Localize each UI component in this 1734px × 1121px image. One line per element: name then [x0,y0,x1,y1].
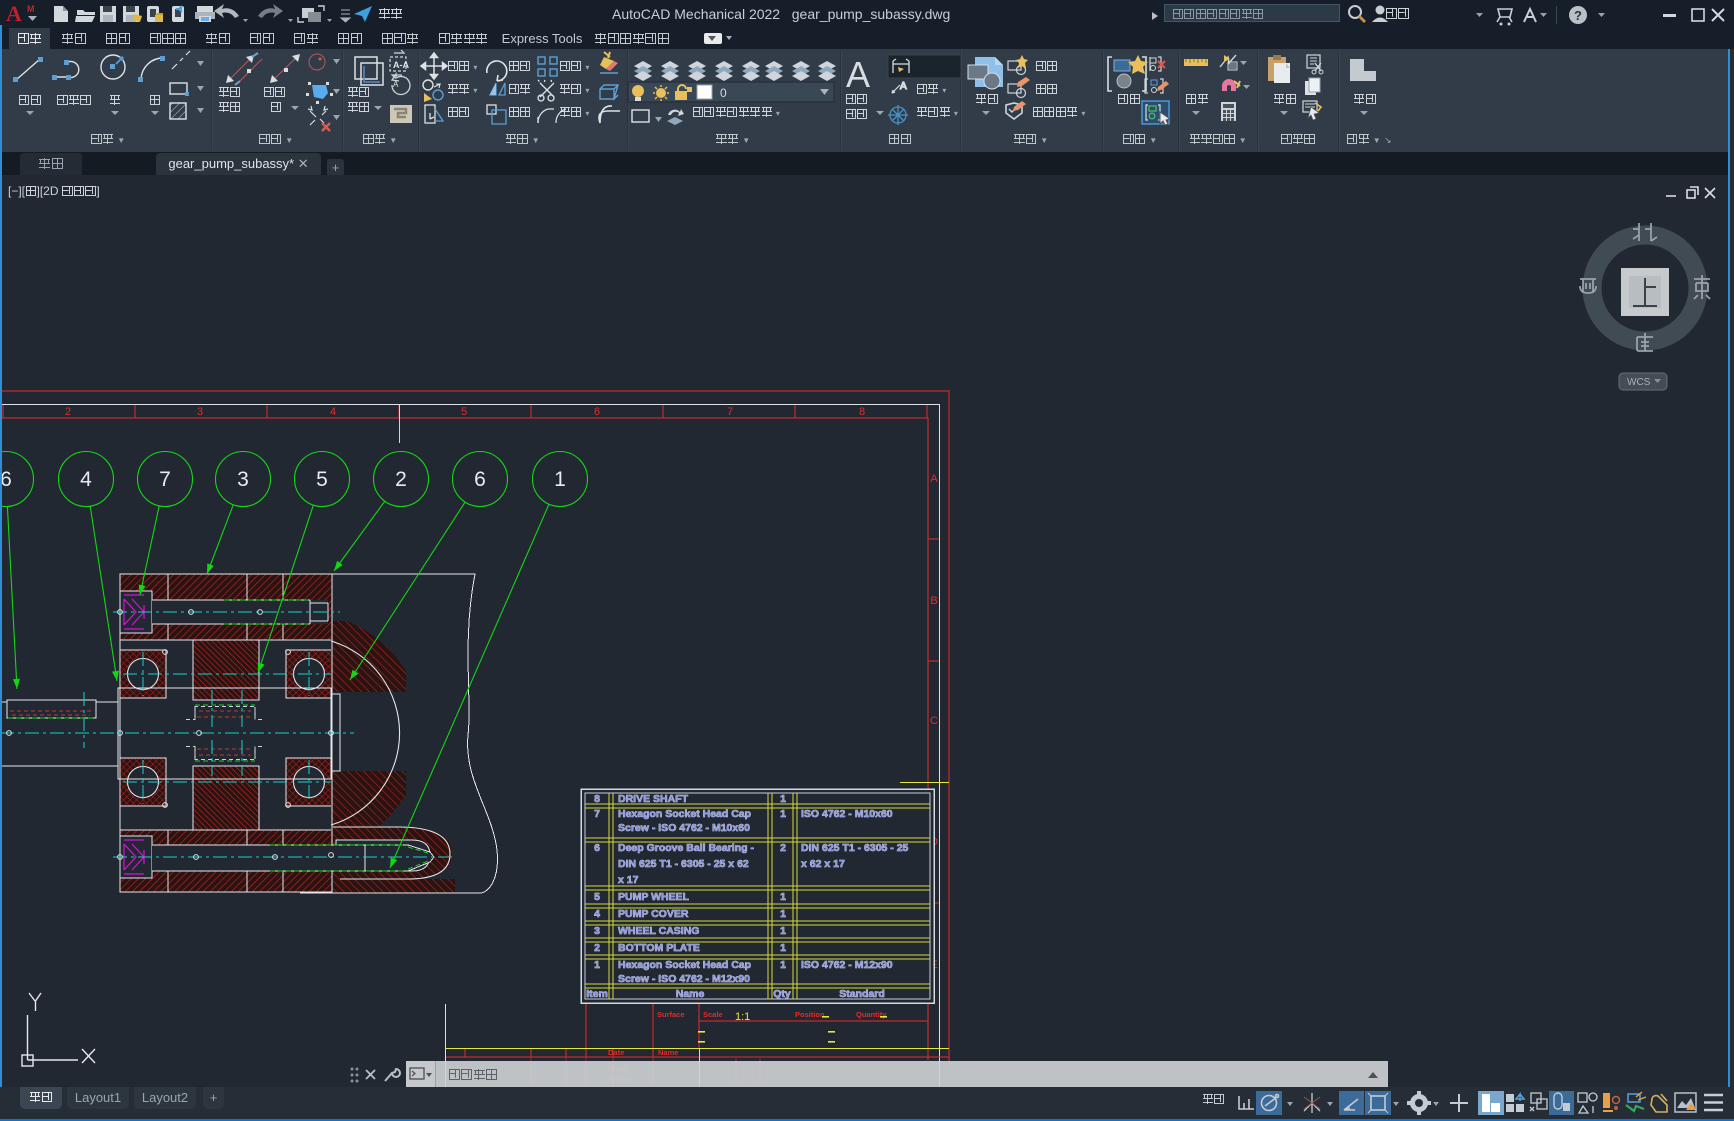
svg-text:DIN 625 T1 - 6305 - 25: DIN 625 T1 - 6305 - 25 [801,842,909,854]
svg-text:A: A [393,80,399,89]
svg-text:1: 1 [780,959,786,971]
svg-text:Hexagon Socket Head Cap: Hexagon Socket Head Cap [618,808,751,820]
svg-text:Name: Name [658,1048,678,1057]
svg-text:A: A [900,81,907,92]
svg-text:1: 1 [780,925,786,937]
svg-text:5: 5 [461,406,467,418]
svg-text:7: 7 [727,406,733,418]
svg-text:6: 6 [474,468,486,491]
svg-text:1:1: 1:1 [735,1011,750,1023]
svg-text:0: 0 [720,86,727,100]
svg-text:M: M [27,4,35,14]
svg-text:3: 3 [197,406,203,418]
svg-text:A: A [846,54,870,95]
svg-text:Position: Position [795,1010,825,1019]
svg-text:A: A [930,473,938,485]
svg-text:Screw - ISO 4762 - M10x60: Screw - ISO 4762 - M10x60 [618,822,750,834]
svg-text:3: 3 [237,468,249,491]
svg-text:1: 1 [780,793,786,805]
svg-text:WHEEL CASING: WHEEL CASING [618,925,699,937]
svg-text:6: 6 [594,842,600,854]
svg-text:Hexagon Socket Head Cap: Hexagon Socket Head Cap [618,959,751,971]
svg-text:2: 2 [594,942,600,954]
svg-text:1: 1 [780,808,786,820]
svg-text:A-A: A-A [393,60,409,70]
svg-text:WCS: WCS [1627,377,1651,388]
svg-text:Standard: Standard [839,988,885,1000]
svg-text:ISO 4762 - M10x60: ISO 4762 - M10x60 [801,808,893,820]
svg-text:7: 7 [594,808,600,820]
svg-text:Surface: Surface [657,1010,685,1019]
svg-text:?: ? [1574,8,1582,23]
svg-text:2: 2 [780,842,786,854]
svg-text:1: 1 [780,908,786,920]
svg-text:4: 4 [330,406,336,418]
svg-text:1: 1 [554,468,566,491]
svg-text:DRIVE SHAFT: DRIVE SHAFT [618,793,689,805]
svg-text:5: 5 [594,891,600,903]
svg-text:5: 5 [316,468,328,491]
svg-text:4: 4 [80,468,92,491]
svg-text:3: 3 [594,925,600,937]
svg-text:Name: Name [676,988,705,1000]
svg-text:Quantity: Quantity [856,1010,887,1019]
svg-text:1: 1 [594,959,600,971]
svg-text:Scale: Scale [703,1010,723,1019]
svg-text:8: 8 [859,406,865,418]
svg-text:x 17: x 17 [618,874,639,886]
svg-text:x 62 x 17: x 62 x 17 [801,858,845,870]
svg-text:Qty: Qty [773,988,791,1000]
svg-text:PUMP COVER: PUMP COVER [618,908,689,920]
svg-text:6: 6 [594,406,600,418]
svg-text:ISO 4762 - M12x90: ISO 4762 - M12x90 [801,959,893,971]
svg-text:B: B [930,595,937,607]
svg-text:A: A [6,1,22,26]
svg-text:1: 1 [780,891,786,903]
svg-text:DIN 625 T1 - 6305 - 25 x 62: DIN 625 T1 - 6305 - 25 x 62 [618,858,749,870]
svg-text:2: 2 [65,406,71,418]
svg-text:Deep Groove Ball Bearing -: Deep Groove Ball Bearing - [618,842,754,854]
svg-text:Item: Item [586,988,608,1000]
svg-text:Screw - ISO 4762 - M12x90: Screw - ISO 4762 - M12x90 [618,973,750,985]
svg-text:8: 8 [594,793,600,805]
svg-text:PUMP WHEEL: PUMP WHEEL [618,891,690,903]
svg-text:2: 2 [395,468,407,491]
svg-text:BOTTOM PLATE: BOTTOM PLATE [618,942,700,954]
svg-text:7: 7 [159,468,171,491]
svg-text:1: 1 [780,942,786,954]
svg-text:Date: Date [608,1048,624,1057]
svg-text:4: 4 [594,908,600,920]
svg-text:C: C [930,715,938,727]
